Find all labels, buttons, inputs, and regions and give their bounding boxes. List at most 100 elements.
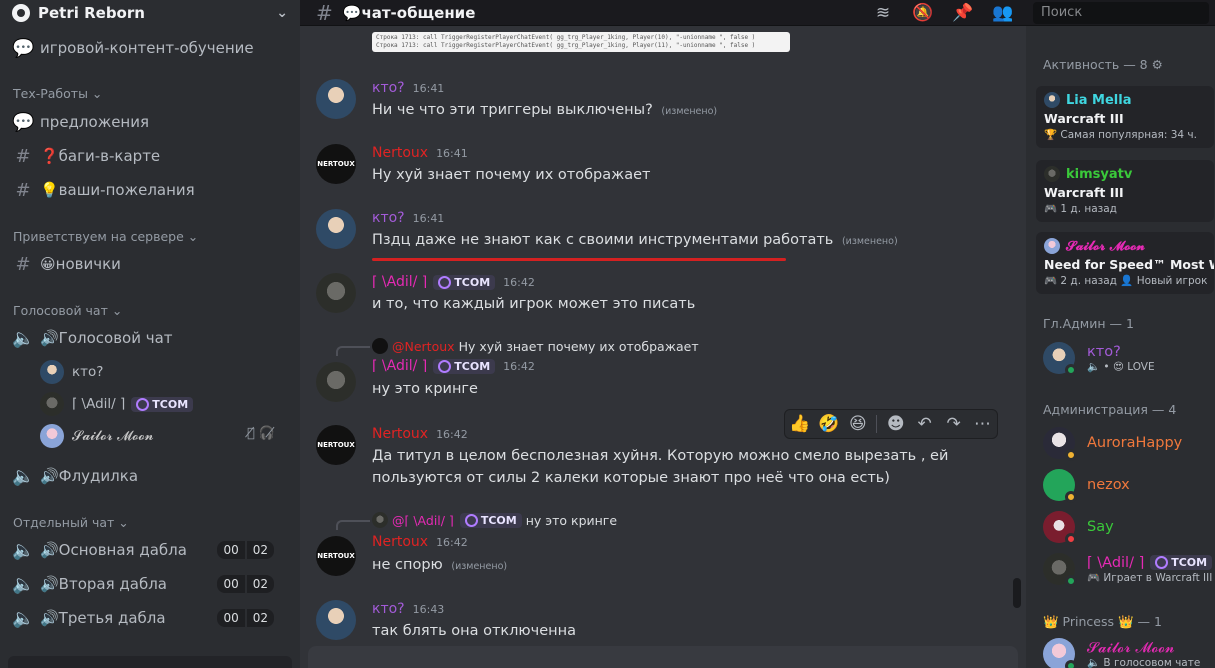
channel-label: предложения (40, 113, 150, 131)
channel-novichki[interactable]: # 😀новички (12, 250, 292, 278)
message-author[interactable]: ⌈ \Adil/ ⌉ (372, 358, 427, 374)
reply-text: ну это кринге (525, 512, 618, 528)
category-separate[interactable]: Отдельный чат ⌄ (13, 515, 129, 530)
message-author[interactable]: Nertoux (372, 145, 428, 161)
pin-icon[interactable]: 📌 (951, 3, 975, 23)
search-input[interactable]: Поиск (1033, 2, 1209, 24)
member-item[interactable]: ⌈ \Adil/ ⌉ TCOM 🎮 Играет в Warcraft III (1043, 553, 1213, 587)
member-name: ⌈ \Adil/ ⌉ (1087, 554, 1145, 571)
user-count: 00 (217, 541, 245, 559)
activity-detail: 🎮 2 д. назад 👤 Новый игрок (1044, 275, 1208, 287)
reply-avatar (372, 512, 388, 528)
member-item[interactable]: 𝓢𝓪𝓲𝓵𝓸𝓻 𝓜𝓸𝓸𝓷 🔈 В голосовом чате (1043, 638, 1200, 668)
category-tech[interactable]: Тех-Работы ⌄ (13, 86, 102, 101)
member-status: 🔈 В голосовом чате (1087, 656, 1201, 668)
channel-voice-chat[interactable]: 🔈 🔊Голосовой чат (12, 324, 292, 352)
category-voice[interactable]: Голосовой чат ⌄ (13, 303, 122, 318)
member-item[interactable]: nezox (1043, 469, 1130, 503)
channel-forum-obuchenie[interactable]: 💬 игровой-контент-обучение (12, 34, 292, 62)
channel-osnovnaya-dabla[interactable]: 🔈 🔊Основная дабла 00 02 (12, 536, 292, 564)
message-author[interactable]: кто? (372, 601, 405, 617)
channel-predlozheniya[interactable]: 💬 предложения (12, 108, 292, 136)
avatar[interactable]: NERTOUX (316, 536, 356, 576)
voice-user[interactable]: 𝓢𝓪𝓲𝓵𝓸𝓻 𝓜𝓸𝓸𝓷 (40, 423, 154, 449)
code-snippet-image[interactable]: Строка 1713: call TriggerRegisterPlayerC… (372, 32, 790, 52)
avatar (1043, 511, 1077, 545)
avatar[interactable] (316, 273, 356, 313)
message-author[interactable]: ⌈ \Adil/ ⌉ (372, 274, 427, 290)
threads-hash-icon: # (316, 0, 333, 25)
avatar (40, 424, 64, 448)
avatar (1043, 427, 1077, 461)
message-text: не спорю (372, 557, 443, 573)
avatar (1043, 342, 1077, 376)
avatar (1043, 638, 1077, 668)
red-underline-annotation (372, 258, 786, 261)
reply-author[interactable]: @Nertoux (392, 339, 455, 354)
user-limit-count: 02 (246, 575, 274, 593)
avatar[interactable] (316, 362, 356, 402)
message-timestamp: 16:42 (503, 275, 535, 289)
message-author[interactable]: кто? (372, 80, 405, 96)
message-text: ну это кринге (372, 381, 478, 397)
channel-label: ❓баги-в-карте (40, 147, 161, 165)
reply-preview[interactable]: @⌈ \Adil/ ⌉ TCOM ну это кринге (372, 512, 617, 528)
threads-icon[interactable]: ≋ (871, 3, 895, 23)
member-item[interactable]: кто? 🔈 • 😍 LOVE (1043, 342, 1155, 376)
message-author[interactable]: кто? (372, 210, 405, 226)
hash-icon: # (15, 145, 31, 167)
avatar[interactable] (316, 209, 356, 249)
member-item[interactable]: Say (1043, 511, 1114, 545)
reaction-rofl-icon[interactable]: 🤣 (818, 414, 839, 434)
channel-label: игровой-контент-обучение (40, 39, 254, 57)
channel-fludilka[interactable]: 🔈 🔊Флудилка (12, 462, 292, 490)
reaction-laughing-icon[interactable]: 😆 (847, 414, 868, 434)
message-timestamp: 16:42 (503, 359, 535, 373)
activity-card[interactable]: Lia Mella Warcraft III 🏆 Самая популярна… (1036, 86, 1214, 148)
member-name: AuroraHappy (1087, 435, 1183, 451)
avatar (1044, 238, 1060, 254)
scrollbar-thumb[interactable] (1013, 578, 1021, 608)
category-welcome[interactable]: Приветствуем на сервере ⌄ (13, 229, 198, 244)
reply-icon[interactable]: ↶ (914, 414, 935, 434)
message-text: так блять она отключенна (372, 623, 576, 639)
message-author[interactable]: Nertoux (372, 426, 428, 442)
activity-detail: 🎮 1 д. назад (1044, 203, 1117, 215)
message-author[interactable]: Nertoux (372, 534, 428, 550)
guild-tag: TCOM (433, 274, 496, 290)
user-limit: 00 02 (217, 575, 274, 593)
channel-tretya-dabla[interactable]: 🔈 🔊Третья дабла 00 02 (12, 604, 292, 632)
add-reaction-icon[interactable]: ☻ (885, 414, 906, 434)
message-composer[interactable] (308, 646, 1018, 668)
server-header[interactable]: Petri Reborn ⌄ (0, 0, 300, 26)
avatar (1043, 469, 1077, 503)
avatar[interactable] (316, 79, 356, 119)
voice-user[interactable]: кто? (40, 359, 103, 385)
avatar[interactable] (316, 600, 356, 640)
more-options-icon[interactable]: ⋯ (972, 414, 993, 434)
channel-bagi[interactable]: # ❓баги-в-карте (12, 142, 292, 170)
status-idle-icon (1065, 449, 1077, 461)
member-item[interactable]: AuroraHappy (1043, 427, 1183, 461)
avatar[interactable]: NERTOUX (316, 144, 356, 184)
reply-preview[interactable]: @Nertoux Ну хуй знает почему их отобража… (372, 338, 699, 354)
forward-icon[interactable]: ↷ (943, 414, 964, 434)
member-name: кто? (1087, 343, 1121, 360)
reply-author[interactable]: @⌈ \Adil/ ⌉ (392, 513, 454, 528)
notification-bell-muted-icon[interactable]: 🔕 (911, 3, 935, 23)
activity-card[interactable]: 𝓢𝓪𝓲𝓵𝓸𝓻 𝓜𝓸𝓸𝓷 Need for Speed™ Most Wanted … (1036, 232, 1214, 294)
voice-user-name: ⌈ \Adil/ ⌉ (72, 396, 126, 412)
voice-user[interactable]: ⌈ \Adil/ ⌉ TCOM (40, 391, 194, 417)
reaction-thumbs-up-icon[interactable]: 👍 (789, 414, 810, 434)
message-text: и то, что каждый игрок может это писать (372, 296, 696, 312)
member-status: 🎮 Играет в Warcraft III (1087, 571, 1213, 584)
muted-deafened-icon: 🎙̸ 🎧̸ (247, 426, 276, 441)
avatar (1044, 92, 1060, 108)
activity-game: Warcraft III (1044, 185, 1124, 200)
channel-pozhelaniya[interactable]: # 💡ваши-пожелания (12, 176, 292, 204)
channel-vtoraya-dabla[interactable]: 🔈 🔊Вторая дабла 00 02 (12, 570, 292, 598)
message-list[interactable]: Строка 1713: call TriggerRegisterPlayerC… (300, 26, 1026, 668)
member-list-icon[interactable]: 👥 (991, 3, 1015, 23)
activity-card[interactable]: kimsyatv Warcraft III 🎮 1 д. назад (1036, 160, 1214, 222)
avatar[interactable]: NERTOUX (316, 425, 356, 465)
